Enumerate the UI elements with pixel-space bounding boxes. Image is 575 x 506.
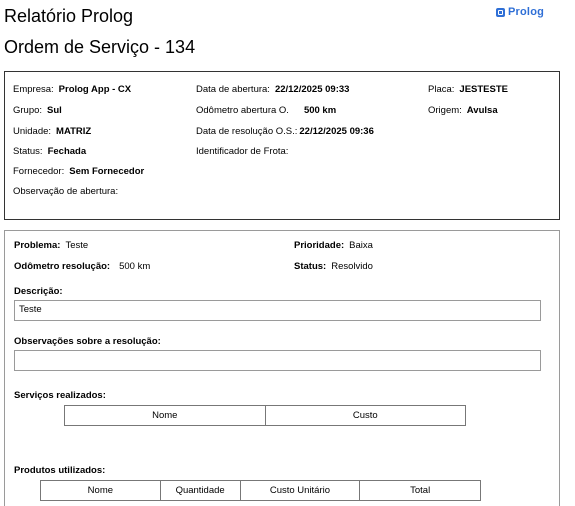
empresa-value: Prolog App - CX bbox=[58, 84, 132, 95]
produtos-col-total: Total bbox=[359, 480, 481, 501]
fornecedor-label: Fornecedor: bbox=[13, 166, 65, 177]
unidade-label: Unidade: bbox=[13, 126, 52, 137]
fornecedor-row: Fornecedor: Sem Fornecedor bbox=[13, 166, 144, 177]
report-title: Relatório Prolog bbox=[4, 6, 134, 26]
prioridade-label: Prioridade: bbox=[294, 240, 345, 251]
data-abertura-value: 22/12/2025 09:33 bbox=[274, 84, 350, 95]
servicos-col-nome: Nome bbox=[64, 405, 266, 426]
descricao-label: Descrição: bbox=[14, 286, 63, 297]
produtos-col-custo-unitario: Custo Unitário bbox=[239, 480, 361, 501]
item-status-value: Resolvido bbox=[331, 261, 373, 272]
item-status-label: Status: bbox=[294, 261, 327, 272]
odometro-resolucao-label: Odômetro resolução: bbox=[14, 261, 111, 272]
prioridade-row: Prioridade: Baixa bbox=[294, 240, 373, 251]
grupo-label: Grupo: bbox=[13, 105, 43, 116]
servicos-label: Serviços realizados: bbox=[14, 390, 106, 401]
data-resolucao-label: Data de resolução O.S.: bbox=[196, 126, 298, 137]
obs-abertura-label: Observação de abertura: bbox=[13, 186, 119, 197]
unidade-value: MATRIZ bbox=[56, 126, 92, 137]
data-abertura-row: Data de abertura: 22/12/2025 09:33 bbox=[196, 84, 349, 95]
descricao-field: Teste bbox=[14, 300, 541, 321]
problema-row: Problema: Teste bbox=[14, 240, 88, 251]
grupo-row: Grupo: Sul bbox=[13, 105, 62, 116]
produtos-header-row: Nome Quantidade Custo Unitário Total bbox=[40, 480, 481, 501]
odometro-resolucao-value: 500 km bbox=[119, 261, 151, 272]
prolog-logo-icon bbox=[496, 7, 505, 17]
prioridade-value: Baixa bbox=[349, 240, 373, 251]
produtos-label: Produtos utilizados: bbox=[14, 465, 106, 476]
servicos-table: Nome Custo bbox=[64, 405, 466, 426]
status-label: Status: bbox=[13, 146, 43, 157]
odometro-abertura-row: Odômetro abertura O. 500 km bbox=[196, 105, 336, 116]
empresa-row: Empresa: Prolog App - CX bbox=[13, 84, 131, 95]
identificador-frota-row: Identificador de Frota: bbox=[196, 146, 288, 157]
origem-row: Origem: Avulsa bbox=[428, 105, 498, 116]
item-status-row: Status: Resolvido bbox=[294, 261, 373, 272]
obs-abertura-row: Observação de abertura: bbox=[13, 186, 118, 197]
data-resolucao-row: Data de resolução O.S.: 22/12/2025 09:36 bbox=[196, 126, 374, 137]
odometro-abertura-value: 500 km bbox=[303, 105, 337, 116]
odometro-resolucao-row: Odômetro resolução: 500 km bbox=[14, 261, 150, 272]
observacoes-field bbox=[14, 350, 541, 371]
prolog-logo: Prolog bbox=[496, 6, 544, 18]
origem-label: Origem: bbox=[428, 105, 462, 116]
servicos-col-custo: Custo bbox=[264, 405, 466, 426]
odometro-abertura-label: Odômetro abertura O. bbox=[196, 105, 289, 116]
status-row: Status: Fechada bbox=[13, 146, 86, 157]
placa-value: JESTESTE bbox=[459, 84, 508, 95]
grupo-value: Sul bbox=[47, 105, 62, 116]
empresa-label: Empresa: bbox=[13, 84, 54, 95]
identificador-frota-label: Identificador de Frota: bbox=[196, 146, 289, 157]
data-abertura-label: Data de abertura: bbox=[196, 84, 270, 95]
item-panel: Problema: Teste Prioridade: Baixa Odômetro… bbox=[4, 230, 560, 506]
order-title: Ordem de Serviço - 134 bbox=[4, 37, 196, 57]
prolog-logo-text: Prolog bbox=[508, 6, 545, 18]
unidade-row: Unidade: MATRIZ bbox=[13, 126, 91, 137]
fornecedor-value: Sem Fornecedor bbox=[69, 166, 145, 177]
placa-row: Placa: JESTESTE bbox=[428, 84, 508, 95]
produtos-col-nome: Nome bbox=[40, 480, 161, 501]
produtos-table: Nome Quantidade Custo Unitário Total bbox=[40, 480, 481, 501]
order-info-panel: Empresa: Prolog App - CX Grupo: Sul Unidad… bbox=[4, 71, 560, 220]
problema-label: Problema: bbox=[14, 240, 61, 251]
origem-value: Avulsa bbox=[466, 105, 498, 116]
placa-label: Placa: bbox=[428, 84, 455, 95]
status-value: Fechada bbox=[47, 146, 87, 157]
observacoes-label: Observações sobre a resolução: bbox=[14, 336, 161, 347]
produtos-col-quantidade: Quantidade bbox=[159, 480, 241, 501]
data-resolucao-value: 22/12/2025 09:36 bbox=[299, 126, 374, 137]
problema-value: Teste bbox=[65, 240, 89, 251]
servicos-header-row: Nome Custo bbox=[64, 405, 466, 426]
